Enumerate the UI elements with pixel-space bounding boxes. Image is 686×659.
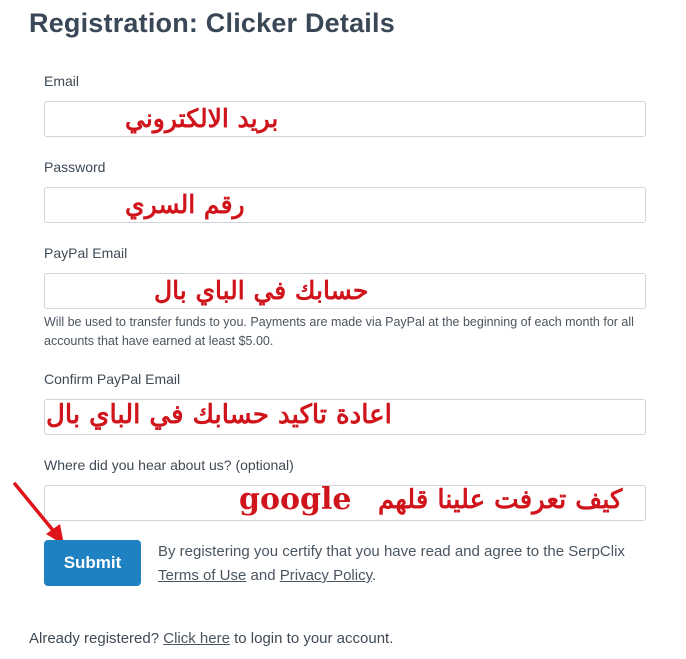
confirm-paypal-email-label: Confirm PayPal Email bbox=[44, 371, 181, 387]
login-prompt-prefix: Already registered? bbox=[29, 630, 160, 647]
terms-suffix: . bbox=[371, 567, 377, 584]
login-link[interactable]: Click here bbox=[163, 630, 230, 647]
login-prompt: Already registered? Click here to login … bbox=[29, 630, 393, 647]
referral-annotation: كيف تعرفت علينا قلهم bbox=[378, 485, 623, 515]
password-annotation: رقم السري bbox=[125, 190, 245, 219]
submit-button[interactable]: Submit bbox=[44, 540, 141, 586]
terms-prefix: By registering you certify that you have… bbox=[158, 543, 625, 560]
email-label: Email bbox=[44, 73, 80, 89]
terms-and: and bbox=[250, 567, 276, 584]
confirm-paypal-email-annotation: اعادة تاكيد حسابك في الباي بال bbox=[46, 400, 392, 430]
login-prompt-suffix: to login to your account. bbox=[234, 630, 394, 647]
terms-text: By registering you certify that you have… bbox=[158, 540, 628, 588]
email-annotation: بريد الالكتروني bbox=[125, 104, 279, 133]
terms-of-use-link[interactable]: Terms of Use bbox=[158, 567, 246, 584]
referral-annotation-latin: google bbox=[239, 482, 352, 517]
privacy-policy-link[interactable]: Privacy Policy bbox=[280, 567, 372, 584]
referral-label: Where did you hear about us? (optional) bbox=[44, 457, 294, 473]
page-title: Registration: Clicker Details bbox=[29, 8, 395, 38]
paypal-email-annotation: حسابك في الباي بال bbox=[154, 276, 369, 305]
password-label: Password bbox=[44, 159, 106, 175]
paypal-email-label: PayPal Email bbox=[44, 245, 128, 261]
paypal-email-help: Will be used to transfer funds to you. P… bbox=[44, 315, 634, 348]
